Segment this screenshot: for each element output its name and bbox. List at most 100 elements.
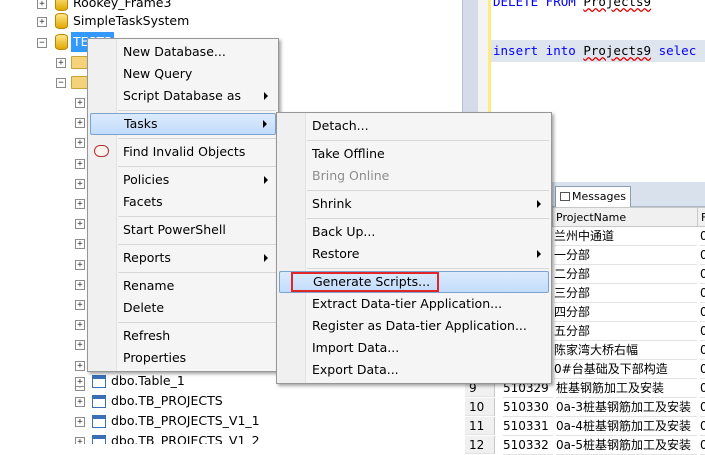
menu-item-script-database-as[interactable]: Script Database as xyxy=(90,85,276,107)
submenu-arrow-icon xyxy=(537,250,541,258)
tree-node-table[interactable]: + dbo.TB_PROJECTS_V1_1 xyxy=(0,411,300,431)
expand-icon[interactable]: + xyxy=(75,178,85,189)
expand-icon[interactable]: + xyxy=(75,320,85,331)
tree-node-simpletasksystem[interactable]: + SimpleTaskSystem xyxy=(0,11,300,31)
menu-item-label: Policies xyxy=(123,172,170,187)
collapse-icon[interactable]: − xyxy=(37,38,47,48)
tab-messages[interactable]: Messages xyxy=(555,186,631,207)
grid-cell-next-column[interactable]: 0 xyxy=(700,360,705,379)
grid-cell-projectname[interactable]: 0#台基础及下部构造 xyxy=(554,360,697,379)
expand-icon[interactable]: + xyxy=(75,98,85,108)
menu-item-label: Shrink xyxy=(312,196,352,211)
expand-icon[interactable]: + xyxy=(75,437,85,444)
menu-item-new-database[interactable]: New Database... xyxy=(90,41,276,63)
menu-item-back-up[interactable]: Back Up... xyxy=(279,221,549,243)
grid-cell-projectname[interactable]: 五分部 xyxy=(554,322,697,341)
menu-item-policies[interactable]: Policies xyxy=(90,169,276,191)
expand-icon[interactable]: + xyxy=(75,158,85,169)
expand-icon[interactable]: + xyxy=(75,300,85,310)
expand-icon[interactable]: + xyxy=(75,377,85,387)
expand-icon[interactable]: + xyxy=(37,17,47,27)
menu-item-restore[interactable]: Restore xyxy=(279,243,549,265)
menu-item-extract-data-tier-application[interactable]: Extract Data-tier Application... xyxy=(279,293,549,315)
expand-icon[interactable]: + xyxy=(75,397,85,407)
grid-cell-next-column[interactable]: 0 xyxy=(700,227,705,246)
grid-cell-projectname[interactable]: 0a-4桩基钢筋加工及安装 xyxy=(556,417,697,436)
grid-cell-next-column[interactable]: 0 xyxy=(700,398,705,417)
menu-item-label: Properties xyxy=(123,350,187,365)
menu-item-reports[interactable]: Reports xyxy=(90,247,276,269)
grid-row-number[interactable]: 12 xyxy=(465,436,495,454)
tab-label: Messages xyxy=(572,190,626,203)
expand-icon[interactable]: + xyxy=(75,360,85,371)
tree-node-table[interactable]: + dbo.Table_1 xyxy=(0,371,300,391)
submenu-arrow-icon xyxy=(264,92,268,100)
grid-cell-next-column[interactable]: 0 xyxy=(700,265,705,284)
editor-change-margin xyxy=(478,0,491,120)
menu-item-rename[interactable]: Rename xyxy=(90,275,276,297)
menu-item-refresh[interactable]: Refresh xyxy=(90,325,276,347)
expand-icon[interactable]: + xyxy=(56,58,66,68)
grid-cell-code[interactable]: 510330 xyxy=(503,398,553,417)
menu-item-take-offline[interactable]: Take Offline xyxy=(279,143,549,165)
expand-icon[interactable]: + xyxy=(75,118,85,129)
grid-cell-next-column[interactable]: 0 xyxy=(700,417,705,436)
menu-item-export-data[interactable]: Export Data... xyxy=(279,359,549,381)
grid-cell-projectname[interactable]: 一分部 xyxy=(554,246,697,265)
expand-icon[interactable]: + xyxy=(75,417,85,427)
menu-item-label: Back Up... xyxy=(312,224,376,239)
table-icon xyxy=(92,435,106,444)
menu-item-label: Reports xyxy=(123,250,171,265)
menu-item-register-as-data-tier-application[interactable]: Register as Data-tier Application... xyxy=(279,315,549,337)
grid-row-number[interactable]: 11 xyxy=(465,417,495,435)
tree-node-table[interactable]: + dbo.TB_PROJECTS_V1_2 xyxy=(0,431,300,444)
tree-node-label: dbo.TB_PROJECTS_V1_2 xyxy=(111,433,260,444)
menu-item-label: Extract Data-tier Application... xyxy=(312,296,503,311)
column-header-projectname[interactable]: ProjectName xyxy=(552,207,698,227)
grid-cell-projectname[interactable]: 兰州中通道 xyxy=(554,227,697,246)
grid-cell-projectname[interactable]: 三分部 xyxy=(554,284,697,303)
grid-cell-next-column[interactable]: 0 xyxy=(700,379,705,398)
menu-item-properties[interactable]: Properties xyxy=(90,347,276,369)
grid-cell-projectname[interactable]: 陈家湾大桥右幅 xyxy=(554,341,697,360)
grid-cell-next-column[interactable]: 0 xyxy=(700,322,705,341)
menu-item-facets[interactable]: Facets xyxy=(90,191,276,213)
expand-icon[interactable]: + xyxy=(75,219,85,230)
menu-separator xyxy=(118,166,276,167)
grid-cell-projectname[interactable]: 四分部 xyxy=(554,303,697,322)
menu-item-import-data[interactable]: Import Data... xyxy=(279,337,549,359)
grid-cell-next-column[interactable]: 0 xyxy=(700,436,705,455)
tree-node-table[interactable]: + dbo.TB_PROJECTS xyxy=(0,391,300,411)
grid-cell-next-column[interactable]: 0 xyxy=(700,341,705,360)
grid-cell-next-column[interactable]: 0 xyxy=(700,284,705,303)
collapse-icon[interactable]: − xyxy=(56,78,66,88)
messages-icon xyxy=(560,192,570,201)
expand-icon[interactable]: + xyxy=(75,279,85,290)
expand-icon[interactable]: + xyxy=(75,138,85,149)
menu-item-new-query[interactable]: New Query xyxy=(90,63,276,85)
grid-cell-projectname[interactable]: 0a-5桩基钢筋加工及安装 xyxy=(556,436,697,455)
menu-item-find-invalid-objects[interactable]: Find Invalid Objects xyxy=(90,141,276,163)
expand-icon[interactable]: + xyxy=(75,340,85,351)
column-header-next[interactable]: F xyxy=(697,207,705,227)
grid-row-number[interactable]: 10 xyxy=(465,398,495,416)
grid-cell-code[interactable]: 510331 xyxy=(503,417,553,436)
grid-cell-projectname[interactable]: 桩基钢筋加工及安装 xyxy=(556,379,697,398)
expand-icon[interactable]: + xyxy=(75,239,85,250)
menu-item-shrink[interactable]: Shrink xyxy=(279,193,549,215)
menu-item-tasks[interactable]: Tasks xyxy=(90,113,276,135)
menu-item-delete[interactable]: Delete xyxy=(90,297,276,319)
menu-item-label: Start PowerShell xyxy=(123,222,226,237)
grid-cell-projectname[interactable]: 二分部 xyxy=(554,265,697,284)
grid-cell-projectname[interactable]: 0a-3桩基钢筋加工及安装 xyxy=(556,398,697,417)
expand-icon[interactable]: + xyxy=(37,0,47,9)
sql-keyword: DELETE FROM xyxy=(493,0,576,9)
menu-item-start-powershell[interactable]: Start PowerShell xyxy=(90,219,276,241)
grid-cell-code[interactable]: 510332 xyxy=(503,436,553,455)
grid-cell-next-column[interactable]: 0 xyxy=(700,246,705,265)
grid-cell-next-column[interactable]: 0 xyxy=(700,303,705,322)
submenu-arrow-icon xyxy=(264,254,268,262)
menu-item-detach[interactable]: Detach... xyxy=(279,115,549,137)
expand-icon[interactable]: + xyxy=(75,199,85,209)
expand-icon[interactable]: + xyxy=(75,259,85,270)
